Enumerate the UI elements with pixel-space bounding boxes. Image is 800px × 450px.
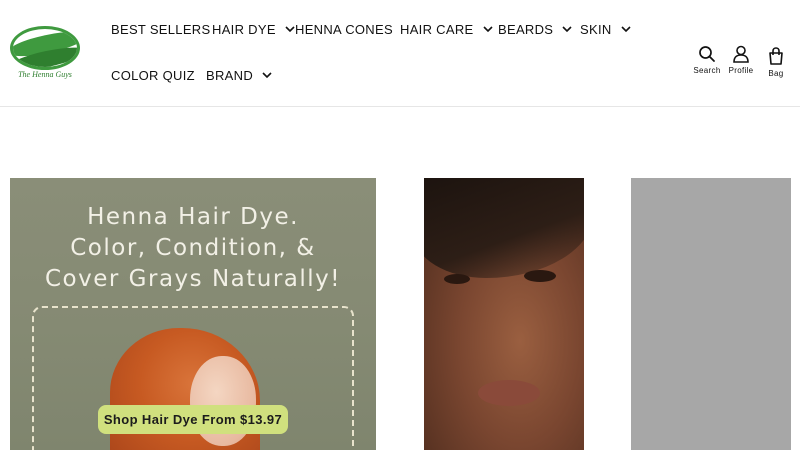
nav-item-label: BEARDS	[498, 21, 554, 37]
image-placeholder[interactable]	[631, 178, 791, 450]
shopping-bag-icon	[769, 47, 783, 65]
profile-button[interactable]: Profile	[725, 45, 757, 75]
logo-text: The Henna Guys	[18, 70, 72, 79]
user-icon	[733, 45, 749, 63]
chevron-down-icon	[562, 26, 572, 33]
nav-item-label: HAIR DYE	[212, 21, 276, 37]
nav-item-hair-dye[interactable]: HAIR DYE	[212, 19, 296, 39]
nav-item-label: SKIN	[580, 21, 612, 37]
nav-item-brand[interactable]: BRAND	[206, 65, 273, 85]
chevron-down-icon	[262, 72, 272, 79]
nav-item-henna-cones[interactable]: HENNA CONES	[295, 19, 393, 39]
nav-item-color-quiz[interactable]: COLOR QUIZ	[111, 65, 195, 85]
chevron-down-icon	[620, 26, 631, 33]
chevron-down-icon	[482, 26, 493, 33]
hero-title-line: Cover Grays Naturally!	[45, 266, 341, 292]
shop-hair-dye-button[interactable]: Shop Hair Dye From $13.97	[98, 405, 288, 434]
brand-logo[interactable]: The Henna Guys	[8, 24, 82, 82]
nav-item-label: BRAND	[206, 67, 254, 83]
profile-label: Profile	[728, 66, 754, 75]
search-button[interactable]: Search	[692, 45, 722, 75]
hero-title-line: Henna Hair Dye.	[87, 204, 299, 230]
hero-banner[interactable]: Henna Hair Dye. Color, Condition, & Cove…	[10, 178, 376, 450]
search-label: Search	[693, 66, 721, 75]
nav-item-hair-care[interactable]: HAIR CARE	[400, 19, 494, 39]
nav-item-label: HAIR CARE	[400, 21, 474, 37]
nav-item-best-sellers[interactable]: BEST SELLERS	[111, 19, 210, 39]
chevron-down-icon	[285, 26, 295, 33]
logo-emblem	[10, 26, 80, 70]
hero-title-line: Color, Condition, &	[70, 235, 316, 261]
nav-item-skin[interactable]: SKIN	[580, 19, 632, 39]
nav-item-beards[interactable]: BEARDS	[498, 19, 573, 39]
bag-button[interactable]: Bag	[762, 46, 790, 78]
bag-label: Bag	[768, 69, 784, 78]
search-icon	[699, 46, 715, 62]
hero-title: Henna Hair Dye. Color, Condition, & Cove…	[10, 202, 376, 295]
nav-item-label: HENNA CONES	[295, 21, 393, 37]
site-header: The Henna Guys BEST SELLERS HAIR DYE HEN…	[0, 0, 800, 107]
portrait-image[interactable]	[424, 178, 584, 450]
nav-item-label: BEST SELLERS	[111, 21, 211, 37]
nav-item-label: COLOR QUIZ	[111, 67, 195, 83]
